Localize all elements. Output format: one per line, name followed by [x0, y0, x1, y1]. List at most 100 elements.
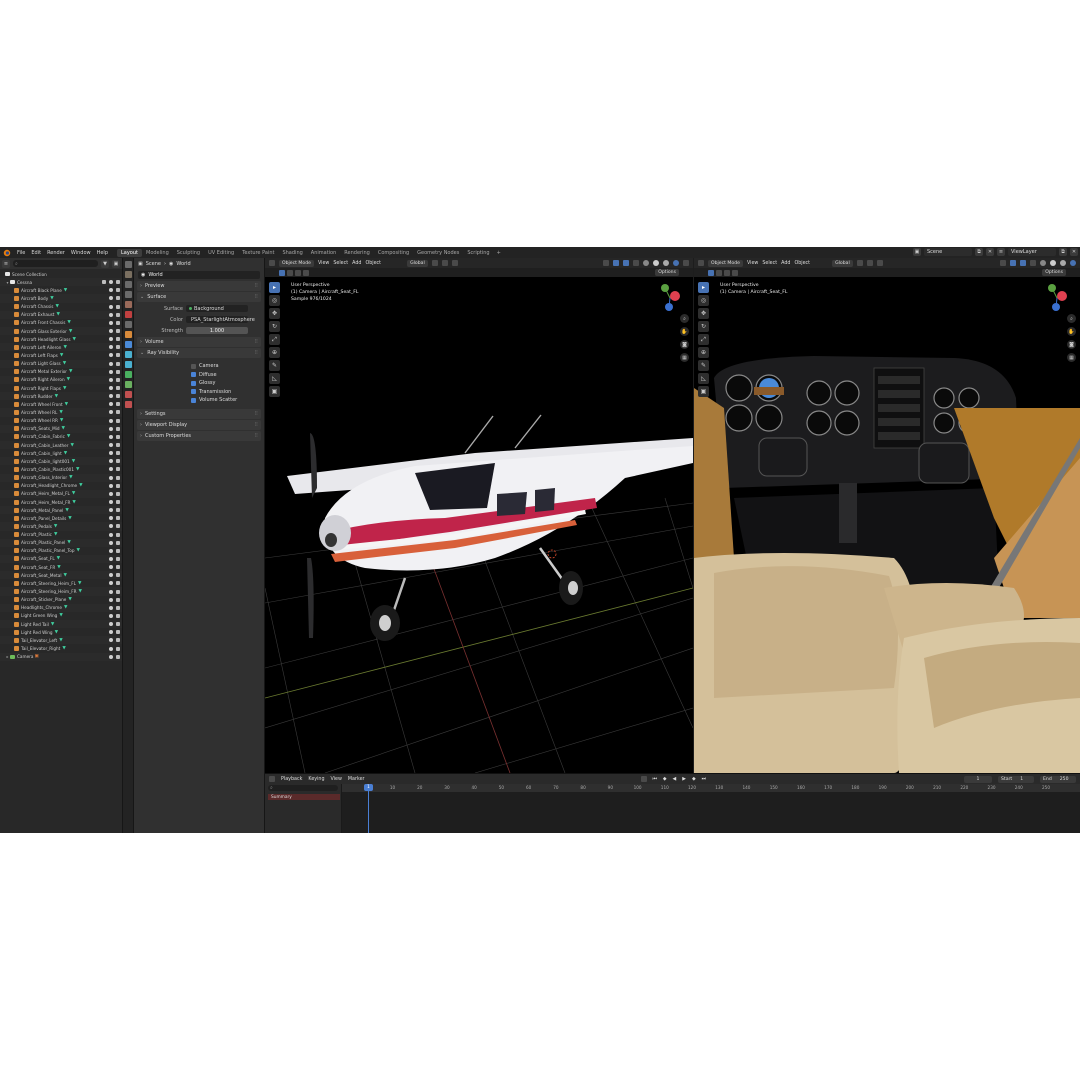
jump-key-forward-icon[interactable]: ◆ [692, 777, 696, 782]
visibility-toggles[interactable] [109, 377, 120, 382]
outliner-object-row[interactable]: Aircraft Black Plane ▼ [0, 286, 122, 294]
view-layer-delete-icon[interactable]: ✕ [1070, 248, 1078, 256]
visibility-toggles[interactable] [109, 369, 120, 374]
modifier-icon[interactable]: ▼ [67, 540, 70, 545]
menu-help[interactable]: Help [94, 250, 111, 256]
modifier-icon[interactable]: ▼ [73, 337, 76, 342]
modifier-tab-icon[interactable] [125, 341, 132, 348]
timeline-track[interactable] [342, 792, 1080, 833]
zoom-icon[interactable]: ⌕ [680, 314, 689, 323]
ray-diffuse-checkbox[interactable]: Diffuse [134, 371, 264, 380]
outliner-object-row[interactable]: Aircraft_Seat_FL ▼ [0, 554, 122, 564]
modifier-icon[interactable]: ▼ [63, 386, 66, 391]
physics-tab-icon[interactable] [125, 361, 132, 368]
editor-type-icon[interactable] [269, 260, 275, 266]
ray-glossy-checkbox[interactable]: Glossy [134, 379, 264, 388]
add-cube-tool-icon[interactable]: ▣ [698, 386, 709, 397]
select-intersect-icon[interactable] [303, 269, 309, 276]
visibility-toggles[interactable] [109, 443, 120, 448]
outliner-object-row[interactable]: Aircraft_Seat_Metal ▼ [0, 571, 122, 580]
pivot-icon[interactable] [856, 260, 863, 266]
timeline-ruler[interactable]: 10 20 30 40 50 60 70 80 90 100 110 120 130 140 150 160 1… [342, 784, 1080, 792]
current-frame-field[interactable]: 1 [964, 775, 992, 783]
summary-channel[interactable]: Summary [268, 794, 340, 800]
xray-icon[interactable] [633, 260, 639, 266]
outliner-object-row[interactable]: Aircraft_Steering_Heim_FL ▼ [0, 579, 122, 587]
outliner-object-row[interactable]: Aircraft Wheel RR ▼ [0, 417, 122, 425]
proportional-edit-icon[interactable] [451, 260, 458, 266]
outliner-object-row[interactable]: Aircraft_Heim_Metal_FL ▼ [0, 489, 122, 498]
tab-compositing[interactable]: Compositing [374, 249, 413, 257]
visibility-toggles[interactable] [109, 296, 120, 301]
modifier-icon[interactable]: ▼ [76, 548, 79, 553]
transform-tool-icon[interactable]: ⊕ [698, 347, 709, 358]
editor-type-icon[interactable] [698, 260, 704, 266]
filter-icon[interactable]: ▼ [101, 259, 109, 268]
visibility-toggles[interactable] [109, 361, 120, 366]
modifier-icon[interactable]: ▼ [78, 581, 81, 586]
outliner-object-row[interactable]: Tail_Elevator_Right ▼ [0, 644, 122, 652]
modifier-icon[interactable]: ▼ [69, 475, 72, 480]
visibility-icon[interactable] [1000, 260, 1006, 266]
visibility-toggles[interactable] [109, 573, 120, 578]
rotate-tool-icon[interactable]: ↻ [698, 321, 709, 332]
menu-add[interactable]: Add [781, 261, 790, 266]
modifier-icon[interactable]: ▼ [54, 524, 57, 529]
cursor-tool-icon[interactable]: ◎ [269, 295, 280, 306]
outliner-object-row[interactable]: Aircraft_Plastic_Panel_Top ▼ [0, 547, 122, 555]
modifier-icon[interactable]: ▼ [51, 622, 54, 627]
outliner-object-row[interactable]: Aircraft Light Glass ▼ [0, 359, 122, 368]
tool-tab-icon[interactable] [125, 261, 132, 268]
viewport-cockpit[interactable]: Object Mode View Select Add Object Globa… [694, 258, 1080, 773]
outliner-scene-collection[interactable]: Scene Collection [0, 270, 122, 278]
outliner-object-row[interactable]: Aircraft Metal Exterior ▼ [0, 368, 122, 376]
modifier-icon[interactable]: ▼ [64, 605, 67, 610]
move-tool-icon[interactable]: ✥ [269, 308, 280, 319]
ray-camera-checkbox[interactable]: Camera [134, 362, 264, 371]
visibility-toggles[interactable] [109, 565, 120, 570]
visibility-toggles[interactable] [109, 532, 120, 537]
outliner-object-row[interactable]: Aircraft Body ▼ [0, 294, 122, 303]
modifier-icon[interactable]: ▼ [56, 312, 59, 317]
color-texture-field[interactable]: PSA_StarlightAtmosphere [186, 316, 255, 323]
overlays-toggle-icon[interactable] [623, 260, 629, 266]
menu-object[interactable]: Object [794, 261, 810, 266]
modifier-icon[interactable]: ▼ [69, 329, 72, 334]
visibility-toggles[interactable] [109, 646, 120, 651]
modifier-icon[interactable]: ▼ [59, 410, 62, 415]
tab-texture-paint[interactable]: Texture Paint [238, 249, 278, 257]
modifier-icon[interactable]: ▼ [76, 467, 79, 472]
drag-handle-icon[interactable]: ⠿ [254, 294, 258, 300]
tab-uv-editing[interactable]: UV Editing [204, 249, 238, 257]
visibility-toggles[interactable] [109, 304, 120, 309]
view-layer-icon[interactable]: ≡ [997, 248, 1005, 256]
visibility-toggles[interactable] [109, 556, 120, 561]
visibility-toggles[interactable] [109, 410, 120, 415]
section-volume[interactable]: › Volume ⠿ [137, 337, 261, 347]
select-extend-icon[interactable] [287, 269, 293, 276]
outliner-object-row[interactable]: Aircraft_Plastic ▼ [0, 531, 122, 539]
visibility-toggles[interactable] [109, 345, 120, 350]
gizmo-toggle-icon[interactable] [613, 260, 619, 266]
editor-type-icon[interactable] [269, 776, 275, 782]
options-dropdown[interactable]: Options [1042, 269, 1066, 276]
visibility-toggles[interactable] [109, 459, 120, 464]
select-subtract-icon[interactable] [724, 269, 730, 276]
modifier-icon[interactable]: ▼ [72, 491, 75, 496]
world-name-field[interactable]: ◉ World [138, 271, 260, 279]
visibility-toggles[interactable] [109, 654, 120, 659]
shading-solid-icon[interactable] [653, 260, 659, 266]
visibility-toggles[interactable] [109, 483, 120, 488]
outliner-object-row[interactable]: Aircraft_Seats_Mid ▼ [0, 424, 122, 433]
shading-rendered-icon[interactable] [1070, 260, 1076, 266]
outliner-object-row[interactable]: Aircraft Exhaust ▼ [0, 310, 122, 319]
modifier-icon[interactable]: ▼ [62, 646, 65, 651]
data-tab-icon[interactable] [125, 381, 132, 388]
outliner-object-row[interactable]: Aircraft_Cabin_Plastic001 ▼ [0, 465, 122, 473]
modifier-icon[interactable]: ▼ [64, 451, 67, 456]
outliner-object-row[interactable]: Aircraft_Metal_Panel ▼ [0, 506, 122, 515]
visibility-toggles[interactable] [109, 516, 120, 521]
outliner-object-row[interactable]: Aircraft Front Chassis ▼ [0, 319, 122, 327]
visibility-toggles[interactable] [109, 288, 120, 293]
pan-hand-icon[interactable]: ✋ [680, 327, 689, 336]
